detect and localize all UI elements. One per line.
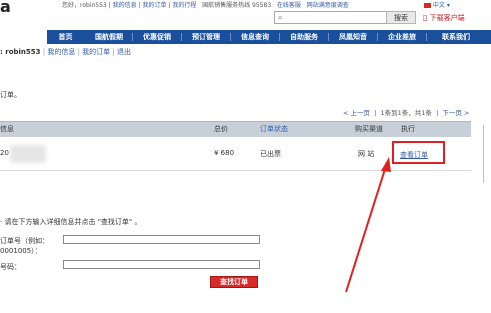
redacted-block <box>10 145 46 163</box>
top-link-my-orders[interactable]: 我的订单 <box>142 2 166 9</box>
language-label: 中文 <box>432 2 445 9</box>
order-number-field[interactable] <box>63 235 260 244</box>
cell-total: ¥ 680 <box>214 149 235 157</box>
order-number-example: 0001005）： <box>0 247 42 255</box>
user-link-my-orders[interactable]: 我的订单 <box>82 48 110 56</box>
top-link-my-info[interactable]: 我的信息 <box>113 2 137 9</box>
pager-prev[interactable]: < 上一页 <box>343 109 370 117</box>
user-link-my-info[interactable]: 我的信息 <box>47 48 75 56</box>
pagination: < 上一页 | 1条到1条，共1条 | 下一页 > <box>343 109 470 117</box>
pager-next[interactable]: 下一页 > <box>442 109 469 117</box>
highlight-box <box>392 141 445 164</box>
greeting-text: 您好，robin553 <box>62 2 107 9</box>
nav-item-promotions[interactable]: 优惠促销 <box>135 30 179 44</box>
top-link-my-itinerary[interactable]: 我的行程 <box>172 2 196 9</box>
flag-icon <box>424 3 431 8</box>
nav-item-contact-us[interactable]: 联系我们 <box>431 30 481 44</box>
user-bar: : robin553 | 我的信息 | 我的订单 | 退出 <box>0 48 131 56</box>
cell-order-info: 20 <box>0 149 9 157</box>
col-header-action: 执行 <box>401 125 415 133</box>
nav-item-self-service[interactable]: 自助服务 <box>282 30 326 44</box>
nav-item-info-query[interactable]: 信息查询 <box>233 30 277 44</box>
cell-status: 已出票 <box>260 150 281 158</box>
cell-channel: 网 站 <box>358 150 375 158</box>
id-number-label: 号码： <box>0 263 21 271</box>
divider <box>483 125 484 183</box>
nav-item-booking-management[interactable]: 预订管理 <box>184 30 228 44</box>
top-link-survey[interactable]: 网站满意度调查 <box>307 2 349 9</box>
orders-table-header: 信息 总价 订单状态 购买渠道 执行 <box>0 121 471 137</box>
search-icon: ⌕ <box>278 13 283 22</box>
order-number-label: 订单号（例如： <box>0 237 49 245</box>
info-dot-icon: · <box>0 218 3 226</box>
nav-item-home[interactable]: 首页 <box>47 30 84 44</box>
user-link-logout[interactable]: 退出 <box>117 48 131 56</box>
pager-info: 1条到1条，共1条 <box>380 109 432 117</box>
hotline-text: 国航销售服务热线 95583 <box>202 2 272 9</box>
top-links: 您好，robin553 | 我的信息 | 我的订单 | 我的行程 国航销售服务热… <box>62 2 349 9</box>
language-selector[interactable]: 中文 ▾ <box>424 0 450 9</box>
chevron-down-icon: ▾ <box>446 2 450 9</box>
id-number-field[interactable] <box>63 260 260 269</box>
download-client-link[interactable]: ▯ 下载客户端 <box>423 13 465 23</box>
download-client-label: 下载客户端 <box>429 14 465 22</box>
col-header-channel: 购买渠道 <box>355 125 383 133</box>
col-header-status[interactable]: 订单状态 <box>260 122 288 137</box>
search-instruction-text: 请在下方输入详细信息并点击 "查找订单" 。 <box>4 218 142 226</box>
search-input[interactable]: ⌕ <box>274 11 388 24</box>
col-header-total: 总价 <box>214 125 228 133</box>
nav-item-phoenix-miles[interactable]: 凤凰知音 <box>331 30 375 44</box>
nav-item-business-travel[interactable]: 企业差旅 <box>380 30 424 44</box>
search-instruction: · 请在下方输入详细信息并点击 "查找订单" 。 <box>0 217 141 227</box>
phone-icon: ▯ <box>423 13 428 22</box>
top-link-online-service[interactable]: 在线客服 <box>277 2 301 9</box>
username-label: : robin553 <box>0 48 41 56</box>
search-button[interactable]: 搜索 <box>386 11 416 24</box>
logo-fragment: a <box>0 0 11 16</box>
orders-heading: 订单。 <box>0 91 21 99</box>
find-order-button[interactable]: 查找订单 <box>210 276 258 288</box>
main-nav: 首页 国航假期 优惠促销 预订管理 信息查询 自助服务 凤凰知音 企业差旅 联系… <box>47 30 491 44</box>
nav-item-holidays[interactable]: 国航假期 <box>87 30 131 44</box>
col-header-info: 信息 <box>0 125 14 133</box>
